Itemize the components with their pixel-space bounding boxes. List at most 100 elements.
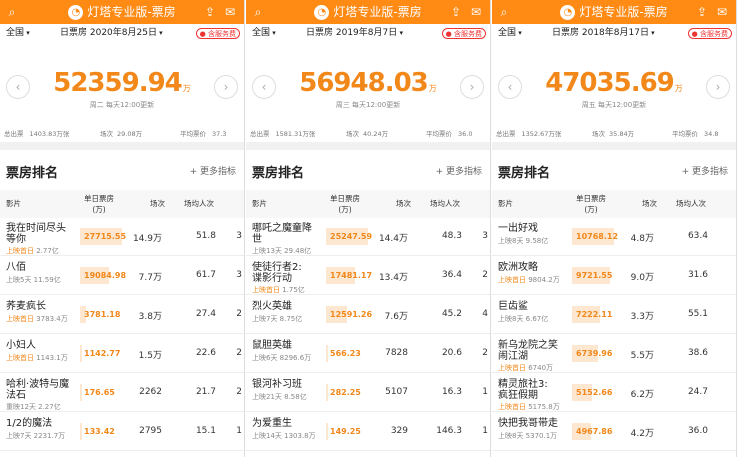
show-count: 7.6万	[384, 312, 408, 322]
region-selector[interactable]: 全国 ▾	[252, 24, 276, 42]
daily-box-office: 4967.86	[576, 427, 613, 436]
first-day-tag: 上映首日	[252, 286, 280, 294]
film-name-line2: 谍影行动	[252, 273, 292, 284]
col-box-title: 单日票房	[84, 194, 114, 203]
daily-total: 52359.94万	[0, 68, 244, 98]
total-shows-value: 29.08万	[117, 130, 143, 138]
daily-box-office: 149.25	[330, 427, 361, 436]
daily-total-value: 56948.03	[299, 68, 429, 98]
avg-attendance: 20.6	[441, 348, 462, 358]
date-selector[interactable]: 日票房 2019年8月7日 ▾	[306, 24, 403, 42]
col-box-title: 单日票房	[576, 194, 606, 203]
total-tickets-label: 总出票	[4, 130, 24, 138]
truncated-value: 3	[482, 231, 488, 241]
summary-stats: 总出票 1352.67万张 场次 35.84万 平均票价 34.8	[492, 128, 736, 140]
mail-icon[interactable]: ✉	[468, 0, 484, 24]
show-count: 3.8万	[138, 312, 162, 322]
table-row[interactable]: 哪吒之魔童降世上映13天 29.48亿 25247.59 14.4万 48.3 3	[246, 218, 490, 256]
ranking-title: 票房排名	[6, 166, 59, 181]
show-count: 9.0万	[630, 273, 654, 283]
release-info: 上映21天 8.58亿	[252, 393, 307, 401]
truncated-value: 2	[236, 348, 242, 358]
col-shows-header: 场次	[642, 199, 657, 208]
service-fee-label: 含服务费	[454, 30, 482, 38]
app-title: 灯塔专业版-票房	[87, 5, 176, 19]
region-selector[interactable]: 全国 ▾	[498, 24, 522, 42]
film-name-line1: 银河补习班	[252, 379, 302, 390]
table-row[interactable]: 欧洲攻略 上映首日 9804.2万 9721.55 9.0万 31.6	[492, 257, 736, 295]
table-row[interactable]: 使徒行者2: 谍影行动 上映首日 1.75亿 17481.17 13.4万 36.4 2	[246, 257, 490, 295]
region-selector[interactable]: 全国 ▾	[6, 24, 30, 42]
first-day-tag: 上映首日	[6, 315, 34, 323]
chevron-down-icon: ▾	[270, 29, 276, 37]
more-metrics-button[interactable]: + 更多指标	[436, 164, 482, 177]
avg-attendance: 27.4	[195, 309, 216, 319]
avg-attendance: 51.8	[195, 231, 216, 241]
service-fee-badge[interactable]: ● 含服务费	[195, 28, 240, 39]
table-row[interactable]: 鼠胆英雄 上映6天 8296.6万 566.23 7828 20.6 2	[246, 335, 490, 373]
release-info: 上映6天 8296.6万	[252, 354, 312, 362]
film-name-line1: 八佰	[6, 262, 26, 273]
table-row[interactable]: 1/2的魔法 上映7天 2231.7万 133.42 2795 15.1 1	[0, 413, 244, 451]
service-fee-badge[interactable]: ● 含服务费	[687, 28, 732, 39]
col-film-header: 影片	[6, 199, 21, 208]
daily-box-office: 133.42	[84, 427, 115, 436]
show-count: 4.8万	[630, 234, 654, 244]
table-row[interactable]: 哈利·波特与魔 法石 重映12天 2.27亿 176.65 2262 21.7 2	[0, 374, 244, 412]
update-note: 周五 每天12:00更新	[581, 101, 647, 109]
table-row[interactable]: 为爱重生 上映14天 1303.8万 149.25 329 146.3 1	[246, 413, 490, 451]
ranking-title: 票房排名	[252, 166, 305, 181]
more-metrics-button[interactable]: + 更多指标	[682, 164, 728, 177]
table-row[interactable]: 一出好戏 上映8天 9.58亿 10768.12 4.8万 63.4	[492, 218, 736, 256]
film-name: 鼠胆英雄	[252, 340, 292, 351]
table-row[interactable]: 精灵旅社3: 疯狂假期 上映首日 5175.8万 5152.66 6.2万 24.7	[492, 374, 736, 412]
box-office-bar	[326, 345, 328, 362]
share-icon[interactable]: ⇪	[694, 0, 710, 24]
daily-box-office: 12591.26	[330, 310, 373, 319]
share-icon[interactable]: ⇪	[202, 0, 218, 24]
date-selector[interactable]: 日票房 2018年8月17日 ▾	[552, 24, 655, 42]
table-row[interactable]: 小妇人 上映首日 1143.1万 1142.77 1.5万 22.6 2	[0, 335, 244, 373]
table-row[interactable]: 巨齿鲨 上映8天 6.67亿 7222.11 3.3万 55.1	[492, 296, 736, 334]
filter-row: 全国 ▾ 日票房 2018年8月17日 ▾ ● 含服务费	[492, 24, 736, 42]
date-label: 日票房 2020年8月25日	[60, 28, 157, 38]
truncated-value: 2	[482, 348, 488, 358]
film-name-line2: 法石	[6, 390, 26, 401]
table-row[interactable]: 烈火英雄 上映7天 8.75亿 12591.26 7.6万 45.2 4	[246, 296, 490, 334]
mail-icon[interactable]: ✉	[222, 0, 238, 24]
total-shows-value: 35.84万	[609, 130, 635, 138]
table-row[interactable]: 八佰 上映5天 11.59亿 19084.98 7.7万 61.7 3	[0, 257, 244, 295]
service-fee-badge[interactable]: ● 含服务费	[441, 28, 486, 39]
daily-box-office: 25247.59	[330, 232, 373, 241]
avg-price: 平均票价 37.3	[180, 128, 226, 140]
table-row[interactable]: 荞麦疯长 上映首日 3783.4万 3781.18 3.8万 27.4 2	[0, 296, 244, 334]
table-row[interactable]: 银河补习班 上映21天 8.58亿 282.25 5107 16.3 1	[246, 374, 490, 412]
share-icon[interactable]: ⇪	[448, 0, 464, 24]
film-name-line1: 我在时间尽头	[6, 223, 66, 234]
screenshot-root: ⌕ ◔ 灯塔专业版-票房 ⇪ ✉ 全国 ▾ 日票房 2020年8月25日 ▾ ● 含服务费 ‹ ›…	[0, 0, 737, 457]
app-title: 灯塔专业版-票房	[333, 5, 422, 19]
release-info: 上映8天 9.58亿	[498, 237, 549, 245]
show-count: 7828	[385, 348, 408, 358]
chevron-down-icon: ▾	[24, 29, 30, 37]
table-row[interactable]: 新乌龙院之笑 闹江湖 上映首日 6740万 6739.96 5.5万 38.6	[492, 335, 736, 373]
release-info: 上映5天 11.59亿	[6, 276, 61, 284]
film-name: 我在时间尽头 等你	[6, 223, 66, 245]
table-row[interactable]: 快把我哥带走 上映8天 5370.1万 4967.86 4.2万 36.0	[492, 413, 736, 451]
truncated-value: 2	[236, 387, 242, 397]
film-name-line2: 等你	[6, 234, 26, 245]
ranking-header: 票房排名 + 更多指标	[246, 150, 490, 190]
total-tickets-value: 1581.31万张	[275, 130, 316, 138]
mail-icon[interactable]: ✉	[714, 0, 730, 24]
date-selector[interactable]: 日票房 2020年8月25日 ▾	[60, 24, 163, 42]
table-row[interactable]: 我在时间尽头 等你 上映首日 2.77亿 27715.55 14.9万 51.8 3	[0, 218, 244, 256]
service-fee-label: 含服务费	[208, 30, 236, 38]
truncated-value: 1	[482, 387, 488, 397]
show-count: 3.3万	[630, 312, 654, 322]
film-name-line1: 使徒行者2:	[252, 262, 302, 273]
daily-box-office: 1142.77	[84, 349, 121, 358]
release-info: 上映首日 6740万	[498, 364, 554, 372]
film-name: 快把我哥带走	[498, 418, 558, 429]
more-metrics-button[interactable]: + 更多指标	[190, 164, 236, 177]
show-count: 329	[390, 426, 408, 436]
